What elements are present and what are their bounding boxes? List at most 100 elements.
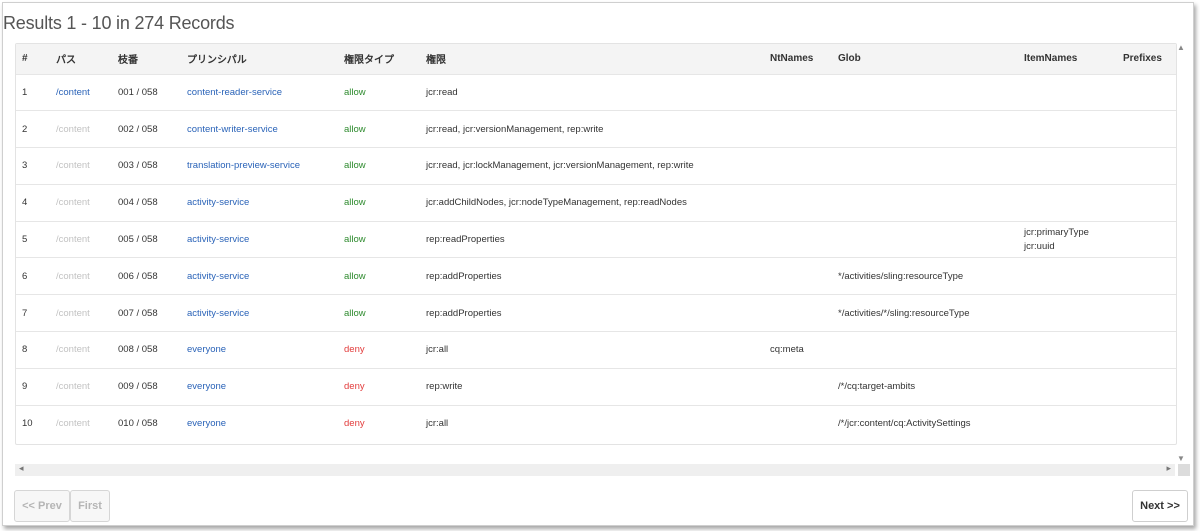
path-link[interactable]: /content <box>50 295 112 332</box>
col-header-privilege-type[interactable]: 権限タイプ <box>338 44 420 74</box>
row-number: 10 <box>22 418 33 430</box>
branch-cell: 008 / 058 <box>118 344 158 356</box>
itemnames-cell <box>1018 74 1117 111</box>
table-row[interactable]: 5 /content 005 / 058 activity-service al… <box>16 221 1176 258</box>
glob-cell <box>832 184 1018 221</box>
col-header-branch[interactable]: 枝番 <box>112 44 181 74</box>
itemnames-cell: jcr:primaryType jcr:uuid <box>1018 221 1117 258</box>
row-number: 4 <box>22 197 28 209</box>
branch-cell: 002 / 058 <box>118 123 158 135</box>
table-row[interactable]: 3 /content 003 / 058 translation-preview… <box>16 147 1176 185</box>
permission-type: allow <box>344 307 366 319</box>
principal-link[interactable]: translation-preview-service <box>181 148 338 185</box>
principal-link[interactable]: everyone <box>181 405 338 442</box>
row-number: 2 <box>22 123 28 135</box>
horizontal-scrollbar[interactable]: ◂ ▸ <box>15 463 1175 476</box>
ntnames-cell: cq:meta <box>770 344 804 356</box>
table-row[interactable]: 10 /content 010 / 058 everyone deny jcr:… <box>16 405 1176 442</box>
path-link[interactable]: /content <box>50 111 112 148</box>
col-header-prefixes[interactable]: Prefixes <box>1117 44 1176 74</box>
itemnames-cell <box>1018 258 1117 295</box>
table-row[interactable]: 7 /content 007 / 058 activity-service al… <box>16 294 1176 332</box>
glob-cell <box>832 74 1018 111</box>
prev-page-button[interactable]: << Prev <box>14 490 70 522</box>
chevron-right-icon[interactable]: ▸ <box>1166 463 1171 474</box>
next-page-button[interactable]: Next >> <box>1132 490 1188 522</box>
row-number: 1 <box>22 86 28 98</box>
col-header-glob[interactable]: Glob <box>832 44 1018 74</box>
permission-type: allow <box>344 270 366 282</box>
glob-cell <box>832 111 1018 148</box>
path-link[interactable]: /content <box>50 221 112 258</box>
privileges-cell: rep:write <box>426 381 463 393</box>
vertical-scrollbar[interactable]: ▲ ▼ <box>1175 43 1187 463</box>
chevron-up-icon[interactable]: ▲ <box>1177 43 1185 52</box>
path-link[interactable]: /content <box>50 184 112 221</box>
principal-link[interactable]: everyone <box>181 368 338 405</box>
scrollbar-corner <box>1178 464 1190 476</box>
itemname-uuid: jcr:uuid <box>1024 240 1055 252</box>
col-header-principal[interactable]: プリンシパル <box>181 44 338 74</box>
table-row[interactable]: 1 /content 001 / 058 content-reader-serv… <box>16 74 1176 111</box>
itemnames-cell <box>1018 405 1117 442</box>
table-row[interactable]: 4 /content 004 / 058 activity-service al… <box>16 184 1176 221</box>
chevron-down-icon[interactable]: ▼ <box>1177 454 1185 463</box>
privileges-cell: rep:addProperties <box>426 307 502 319</box>
principal-link[interactable]: content-reader-service <box>181 74 338 111</box>
col-header-path[interactable]: パス <box>50 44 112 74</box>
col-header-privileges[interactable]: 権限 <box>420 44 764 74</box>
prefixes-cell <box>1117 184 1176 221</box>
permission-type: allow <box>344 160 366 172</box>
principal-link[interactable]: activity-service <box>181 221 338 258</box>
prefixes-cell <box>1117 368 1176 405</box>
chevron-left-icon[interactable]: ◂ <box>19 463 24 474</box>
privileges-cell: jcr:read <box>426 86 458 98</box>
principal-link[interactable]: activity-service <box>181 258 338 295</box>
row-number: 7 <box>22 307 28 319</box>
glob-cell <box>832 332 1018 369</box>
prefixes-cell <box>1117 258 1176 295</box>
ntnames-cell <box>764 258 832 295</box>
prefixes-cell <box>1117 74 1176 111</box>
prefixes-cell <box>1117 332 1176 369</box>
glob-cell: /*/jcr:content/cq:ActivitySettings <box>838 418 971 430</box>
path-link[interactable]: /content <box>50 332 112 369</box>
table-row[interactable]: 6 /content 006 / 058 activity-service al… <box>16 257 1176 295</box>
table-header-row: # パス 枝番 プリンシパル 権限タイプ 権限 NtNames Glob Ite… <box>16 44 1176 74</box>
table-row[interactable]: 2 /content 002 / 058 content-writer-serv… <box>16 110 1176 148</box>
principal-link[interactable]: activity-service <box>181 184 338 221</box>
row-number: 9 <box>22 381 28 393</box>
path-link[interactable]: /content <box>50 74 112 111</box>
ntnames-cell <box>764 405 832 442</box>
privileges-cell: jcr:addChildNodes, jcr:nodeTypeManagemen… <box>426 197 687 209</box>
path-link[interactable]: /content <box>50 368 112 405</box>
branch-cell: 010 / 058 <box>118 418 158 430</box>
first-page-button[interactable]: First <box>70 490 110 522</box>
principal-link[interactable]: activity-service <box>181 295 338 332</box>
table-row[interactable]: 9 /content 009 / 058 everyone deny rep:w… <box>16 368 1176 405</box>
itemnames-cell <box>1018 148 1117 185</box>
col-header-itemnames[interactable]: ItemNames <box>1018 44 1117 74</box>
privileges-cell: rep:addProperties <box>426 270 502 282</box>
col-header-number[interactable]: # <box>16 44 50 74</box>
path-link[interactable]: /content <box>50 148 112 185</box>
itemnames-cell <box>1018 184 1117 221</box>
principal-link[interactable]: content-writer-service <box>181 111 338 148</box>
privileges-cell: jcr:all <box>426 344 449 356</box>
path-link[interactable]: /content <box>50 405 112 442</box>
ntnames-cell <box>764 111 832 148</box>
principal-link[interactable]: everyone <box>181 332 338 369</box>
row-number: 3 <box>22 160 28 172</box>
privileges-cell: jcr:all <box>426 418 449 430</box>
itemname-primary-type: jcr:primaryType <box>1024 226 1089 238</box>
permission-type: allow <box>344 234 366 246</box>
prefixes-cell <box>1117 405 1176 442</box>
col-header-ntnames[interactable]: NtNames <box>764 44 832 74</box>
results-title: Results 1 - 10 in 274 Records <box>3 13 235 33</box>
glob-cell: /*/cq:target-ambits <box>838 381 916 393</box>
branch-cell: 003 / 058 <box>118 160 158 172</box>
table-row[interactable]: 8 /content 008 / 058 everyone deny jcr:a… <box>16 331 1176 369</box>
privileges-cell: jcr:read, jcr:lockManagement, jcr:versio… <box>426 160 694 172</box>
permission-type: deny <box>344 344 365 356</box>
path-link[interactable]: /content <box>50 258 112 295</box>
